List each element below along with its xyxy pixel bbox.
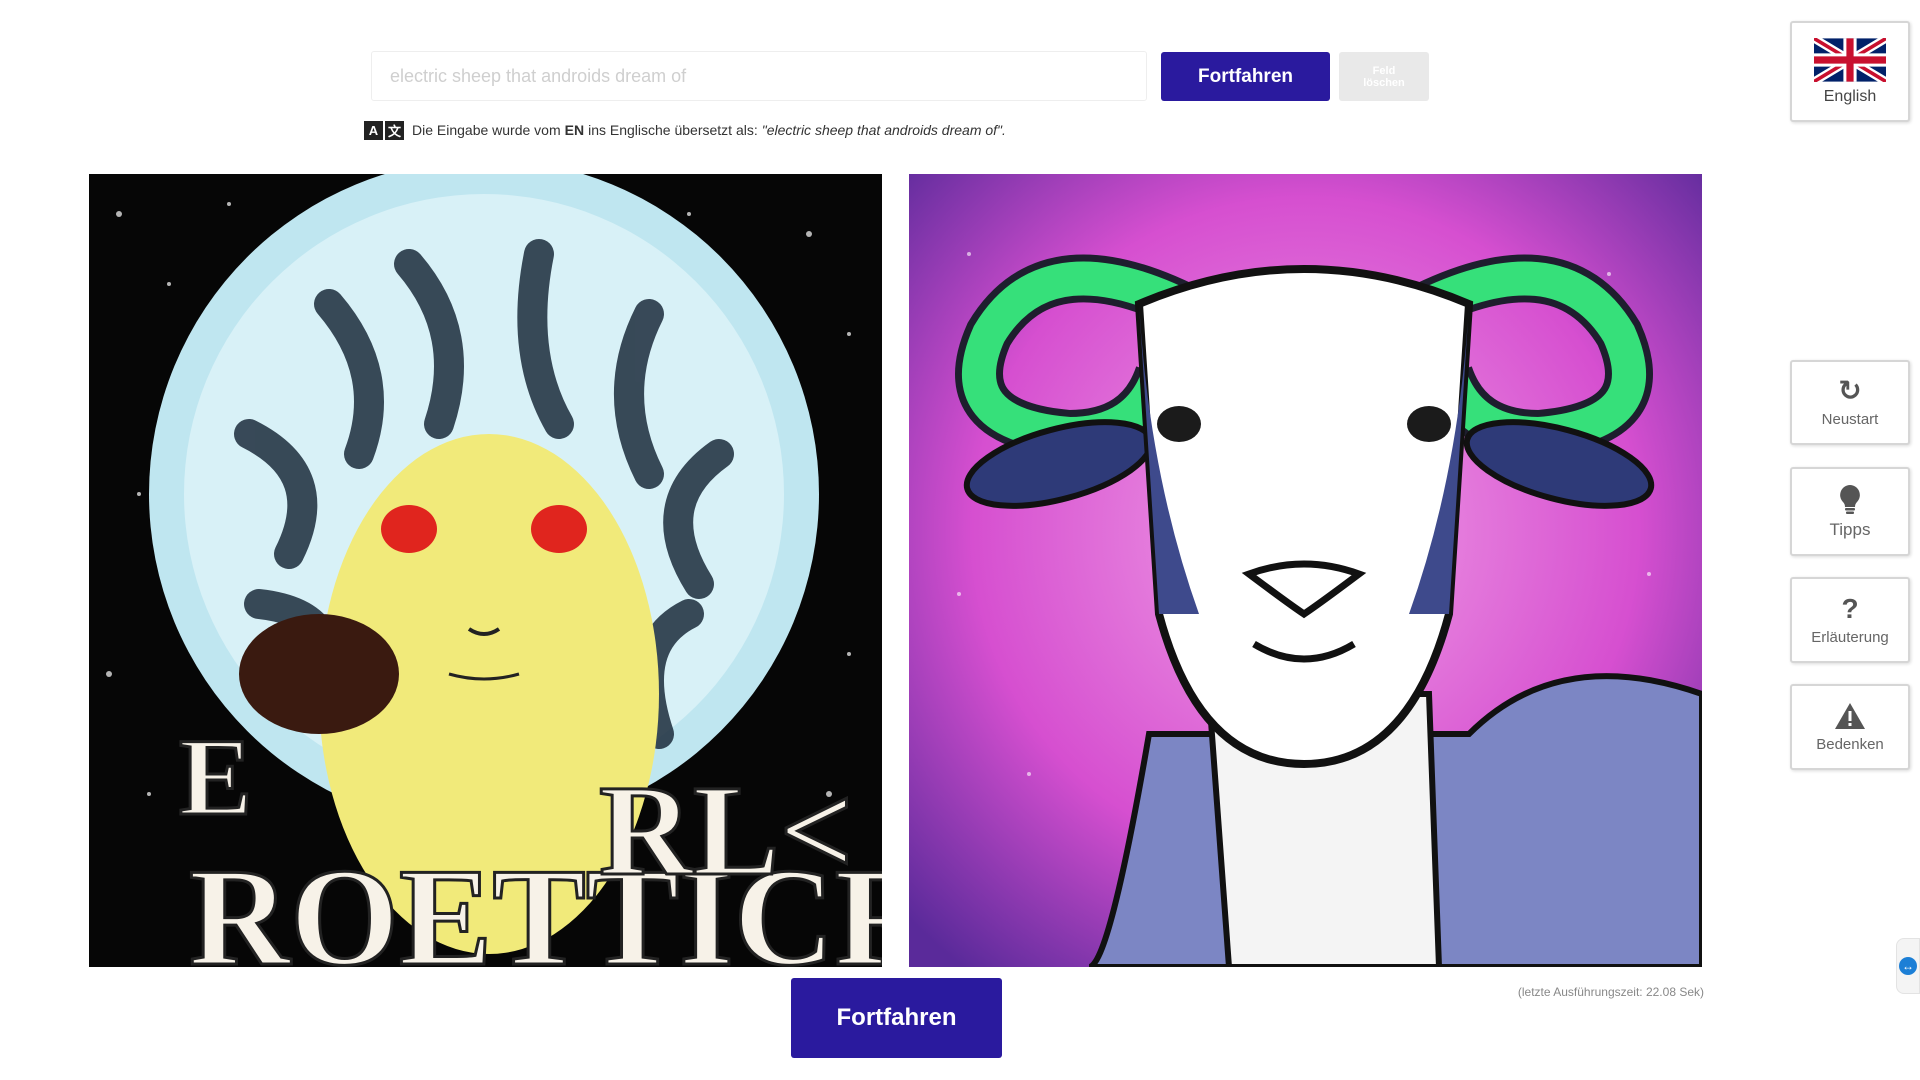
remote-support-icon: ↔ — [1899, 957, 1917, 975]
svg-text:E: E — [179, 716, 252, 838]
tips-button[interactable]: Tipps — [1790, 467, 1910, 556]
runtime-label: (letzte Ausführungszeit: 22.08 Sek) — [1517, 985, 1704, 999]
clear-field-button[interactable]: Feld löschen — [1339, 52, 1429, 101]
restart-button[interactable]: ↻ Neustart — [1790, 360, 1910, 445]
uk-flag-icon — [1814, 37, 1886, 82]
tips-label: Tipps — [1829, 519, 1871, 539]
concerns-label: Bedenken — [1816, 735, 1884, 753]
warning-icon — [1835, 702, 1865, 729]
translation-result: "electric sheep that androids dream of". — [761, 122, 1006, 138]
lightbulb-icon — [1840, 484, 1860, 514]
restart-label: Neustart — [1821, 411, 1879, 428]
translation-note: A文 Die Eingabe wurde vom EN ins Englisch… — [364, 120, 1006, 140]
restart-icon: ↻ — [1838, 375, 1862, 406]
translation-source-lang: EN — [564, 122, 585, 138]
translate-icon: A文 — [364, 120, 406, 140]
continue-button-main[interactable]: Fortfahren — [791, 978, 1002, 1058]
generated-image-2-art — [909, 174, 1702, 967]
svg-text:RL<: RL< — [599, 759, 854, 903]
language-label: English — [1823, 87, 1877, 105]
generated-image-1-art: E ROETTICRD RL< — [89, 174, 882, 967]
generated-image-1[interactable]: E ROETTICRD RL< — [89, 174, 882, 967]
language-button[interactable]: English — [1790, 21, 1910, 122]
continue-button-top[interactable]: Fortfahren — [1161, 52, 1330, 101]
concerns-button[interactable]: Bedenken — [1790, 684, 1910, 770]
translation-text-before: Die Eingabe wurde vom — [412, 122, 561, 138]
question-icon: ? — [1841, 592, 1859, 624]
side-widget-tab[interactable]: ↔ — [1896, 938, 1920, 994]
prompt-input[interactable] — [371, 51, 1147, 101]
explanation-label: Erläuterung — [1811, 628, 1889, 646]
generated-image-2[interactable] — [909, 174, 1702, 967]
translation-text-after: ins Englische übersetzt als: — [588, 122, 758, 138]
explanation-button[interactable]: ? Erläuterung — [1790, 577, 1910, 663]
